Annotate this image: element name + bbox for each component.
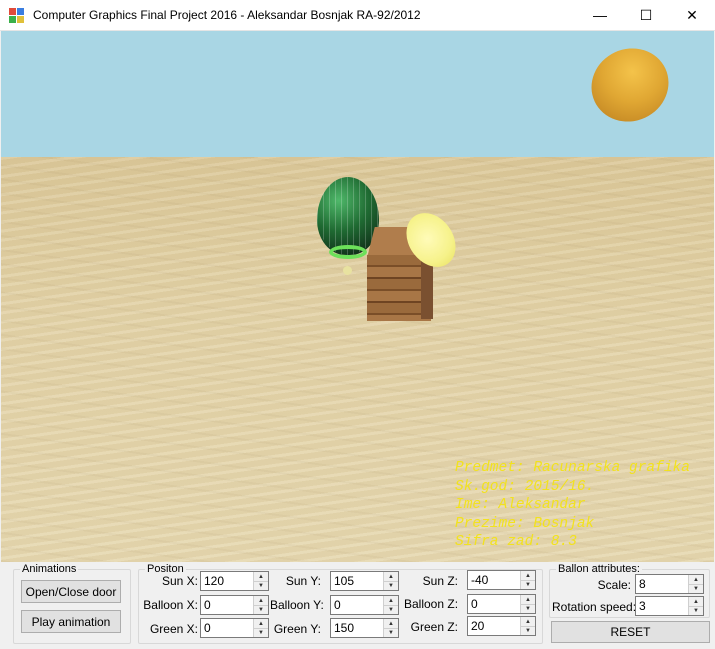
green-x-spinner[interactable]: ▲ ▼ [253,619,268,637]
spin-down-icon[interactable]: ▼ [254,605,268,614]
spin-up-icon[interactable]: ▲ [254,619,268,628]
spin-up-icon[interactable]: ▲ [521,617,535,626]
spin-down-icon[interactable]: ▼ [384,581,398,590]
close-button[interactable]: ✕ [669,0,715,30]
scale-input[interactable]: 8 ▲ ▼ [635,574,704,594]
balloon-y-value: 0 [334,598,341,612]
spin-up-icon[interactable]: ▲ [689,575,703,584]
scale-value: 8 [639,577,646,591]
balloon-attributes-legend: Ballon attributes: [558,563,640,575]
balloon-x-input[interactable]: 0 ▲ ▼ [200,595,269,615]
green-y-label: Green Y: [273,622,321,636]
sun-x-spinner[interactable]: ▲ ▼ [253,572,268,590]
balloon-z-input[interactable]: 0 ▲ ▼ [467,594,536,614]
app-icon [9,8,25,24]
overlay-line-year: Sk.god: 2015/16. [455,478,595,495]
overlay-line-task-code: Sifra zad: 8.3 [455,534,577,551]
green-y-spinner[interactable]: ▲ ▼ [383,619,398,637]
green-z-spinner[interactable]: ▲ ▼ [520,617,535,635]
sun-x-input[interactable]: 120 ▲ ▼ [200,571,269,591]
rotation-speed-label: Rotation speed: [552,600,637,614]
maximize-button[interactable]: ☐ [623,0,669,30]
scale-label: Scale: [597,578,631,592]
spin-up-icon[interactable]: ▲ [384,619,398,628]
spin-up-icon[interactable]: ▲ [254,572,268,581]
sun-y-value: 105 [334,574,355,588]
spin-down-icon[interactable]: ▼ [254,628,268,637]
sun-z-input[interactable]: -40 ▲ ▼ [467,570,536,590]
overlay-line-name: Ime: Aleksandar [455,497,586,514]
control-panel: Animations Open/Close door Play animatio… [0,562,715,649]
animations-legend: Animations [22,563,77,575]
spin-down-icon[interactable]: ▼ [521,626,535,635]
sun-z-value: -40 [471,573,489,587]
balloon-x-label: Balloon X: [143,598,198,612]
play-animation-button[interactable]: Play animation [21,610,121,633]
rotation-speed-input[interactable]: 3 ▲ ▼ [635,596,704,616]
opengl-viewport[interactable]: Predmet: Racunarska grafika Sk.god: 2015… [1,31,714,562]
spin-up-icon[interactable]: ▲ [689,597,703,606]
overlay-line-subject: Predmet: Racunarska grafika [455,460,690,476]
balloon-x-spinner[interactable]: ▲ ▼ [253,596,268,614]
open-close-door-button[interactable]: Open/Close door [21,580,121,603]
spin-up-icon[interactable]: ▲ [254,596,268,605]
window-title: Computer Graphics Final Project 2016 - A… [33,8,421,22]
green-y-value: 150 [334,621,355,635]
sun-y-spinner[interactable]: ▲ ▼ [383,572,398,590]
spin-down-icon[interactable]: ▼ [521,580,535,589]
info-overlay: Predmet: Racunarska grafika Sk.god: 2015… [455,459,690,552]
sun-x-label: Sun X: [161,574,198,588]
spin-down-icon[interactable]: ▼ [384,628,398,637]
sun-y-label: Sun Y: [285,574,321,588]
spin-up-icon[interactable]: ▲ [521,571,535,580]
balloon-basket [343,266,352,275]
balloon-z-spinner[interactable]: ▲ ▼ [520,595,535,613]
spin-down-icon[interactable]: ▼ [254,581,268,590]
overlay-line-surname: Prezime: Bosnjak [455,515,595,532]
green-z-value: 20 [471,619,485,633]
balloon-y-input[interactable]: 0 ▲ ▼ [330,595,399,615]
spin-down-icon[interactable]: ▼ [689,606,703,615]
spin-down-icon[interactable]: ▼ [521,604,535,613]
sun-y-input[interactable]: 105 ▲ ▼ [330,571,399,591]
sun-z-spinner[interactable]: ▲ ▼ [520,571,535,589]
rotation-speed-value: 3 [639,599,646,613]
balloon-x-value: 0 [204,598,211,612]
spin-down-icon[interactable]: ▼ [384,605,398,614]
minimize-button[interactable]: — [577,0,623,30]
sun-z-label: Sun Z: [422,574,458,588]
sun-x-value: 120 [204,574,225,588]
reset-button[interactable]: RESET [551,621,710,643]
green-z-input[interactable]: 20 ▲ ▼ [467,616,536,636]
balloon-y-spinner[interactable]: ▲ ▼ [383,596,398,614]
balloon-z-value: 0 [471,597,478,611]
green-z-label: Green Z: [410,620,458,634]
scale-spinner[interactable]: ▲ ▼ [688,575,703,593]
spin-down-icon[interactable]: ▼ [689,584,703,593]
spin-up-icon[interactable]: ▲ [521,595,535,604]
spin-up-icon[interactable]: ▲ [384,596,398,605]
green-x-label: Green X: [149,622,198,636]
balloon-z-label: Balloon Z: [404,597,459,611]
title-bar: Computer Graphics Final Project 2016 - A… [0,0,715,31]
balloon-ring [329,245,367,259]
rotation-speed-spinner[interactable]: ▲ ▼ [688,597,703,615]
green-y-input[interactable]: 150 ▲ ▼ [330,618,399,638]
green-x-value: 0 [204,621,211,635]
spin-up-icon[interactable]: ▲ [384,572,398,581]
balloon-y-label: Balloon Y: [270,598,324,612]
green-x-input[interactable]: 0 ▲ ▼ [200,618,269,638]
